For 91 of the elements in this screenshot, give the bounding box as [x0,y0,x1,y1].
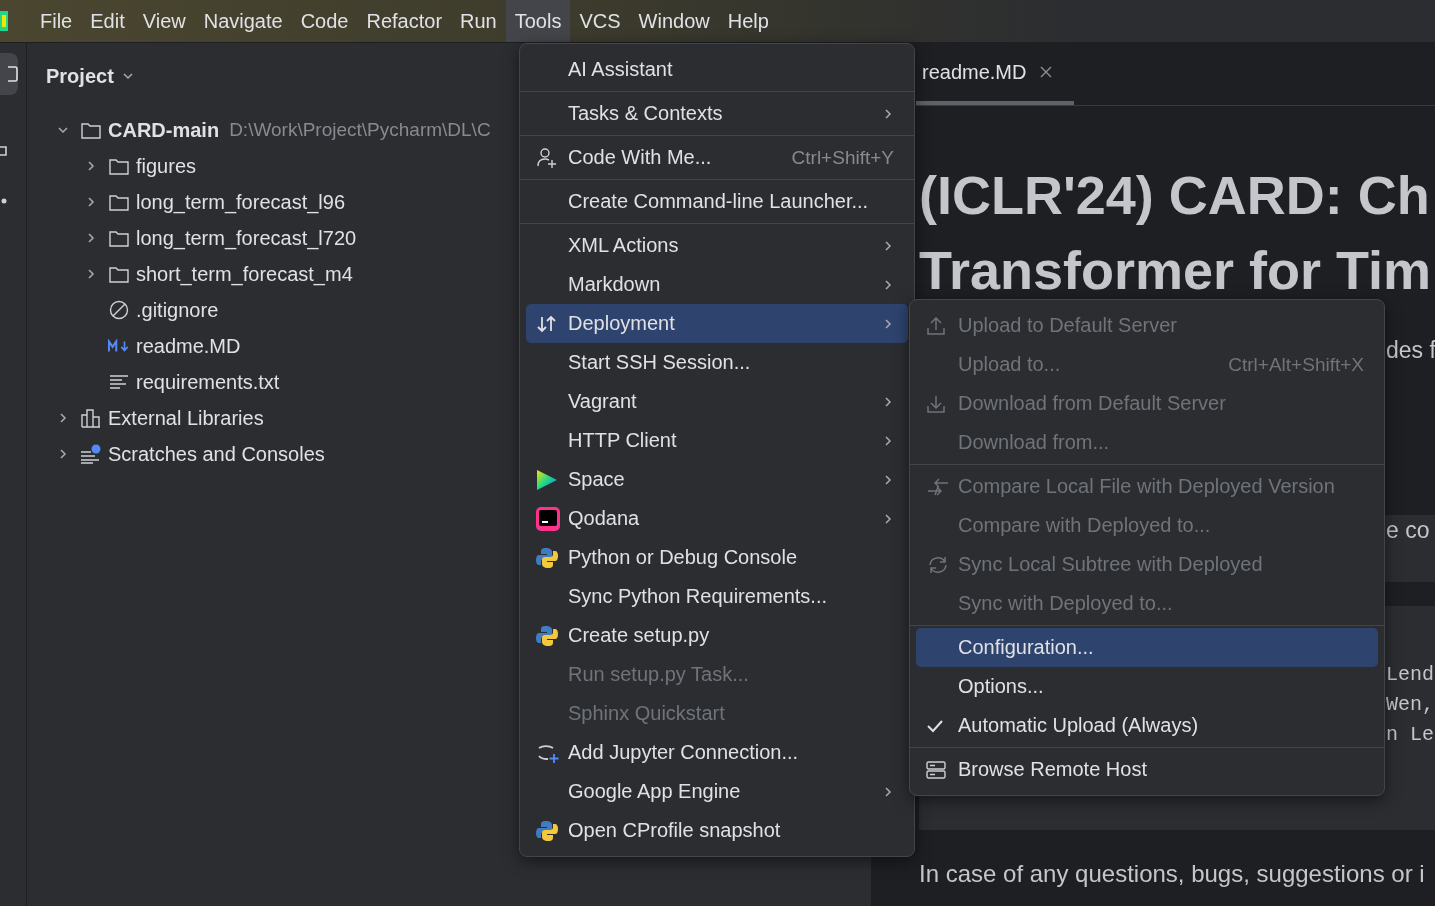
menu-item[interactable]: XML Actions [526,226,908,265]
upload-icon [926,315,946,336]
paragraph-text: In case of any questions, bugs, suggestions or i [919,860,1426,888]
menu-item[interactable]: Configuration... [916,628,1378,667]
menu-item[interactable]: Python or Debug Console [526,538,908,577]
text-file-icon [109,374,129,390]
menu-item[interactable]: Markdown [526,265,908,304]
menu-item[interactable]: Create setup.py [526,616,908,655]
menu-item[interactable]: Qodana [526,499,908,538]
dot-icon [0,197,8,205]
code-line: Wen, [1386,692,1434,718]
python-logo-icon [536,624,558,647]
menu-bar-item[interactable]: View [133,0,195,42]
tree-item-label: External Libraries [108,406,264,430]
project-view-selector[interactable]: Project [46,45,134,107]
up-down-arrows-icon [536,313,558,334]
tree-item-label: long_term_forecast_l96 [136,190,345,214]
markdown-icon [108,339,130,353]
chevron-icon [57,124,69,136]
menu-item[interactable]: Start SSH Session... [526,343,908,382]
menu-item[interactable]: Deployment [526,304,908,343]
chevron-icon [85,268,97,280]
menu-bar-item[interactable]: Code [291,0,358,42]
code-line: n Le [1386,722,1434,748]
library-icon [81,408,101,428]
menu-bar-item[interactable]: Help [718,0,778,42]
tree-item-label: figures [136,154,197,178]
folder-icon [109,193,129,211]
menu-item[interactable]: AI Assistant [526,50,908,89]
space-logo-icon [536,468,558,491]
panel-icon [8,64,18,84]
menu-item[interactable]: Options... [916,667,1378,706]
menu-item[interactable]: Automatic Upload (Always) [916,706,1378,745]
menu-item[interactable]: Space [526,460,908,499]
close-icon [1040,66,1053,78]
dropdown-caret-icon [121,70,134,82]
project-path: D:\Work\Project\Pycharm\DL\C [229,119,491,141]
folder-icon [81,121,101,139]
qodana-logo-icon [536,506,560,531]
menu-bar-item[interactable]: Run [451,0,506,42]
menu-bar-item[interactable]: VCS [570,0,630,42]
tree-item-label: CARD-main [108,118,220,142]
menu-item[interactable]: Google App Engine [526,772,908,811]
person-add-icon [536,146,558,169]
menu-bar-item[interactable]: Window [629,0,719,42]
shortcut-text: Ctrl+Alt+Shift+X [1228,353,1364,376]
menu-bar-item[interactable]: Tools [505,0,571,42]
tool-window-icon [0,145,8,157]
folder-icon [109,157,129,175]
sync-icon [926,554,950,575]
menu-item[interactable]: Vagrant [526,382,908,421]
menu-bar-item[interactable]: Refactor [357,0,452,42]
tree-item-label: readme.MD [136,334,241,358]
folder-icon [109,229,129,247]
tree-item-label: long_term_forecast_l720 [136,226,357,250]
tree-item-label: requirements.txt [136,370,280,394]
chevron-icon [57,448,69,460]
chevron-icon [57,412,69,424]
chevron-icon [85,196,97,208]
code-line: Lend [1386,662,1434,688]
prohibited-icon [109,300,129,320]
python-logo-icon [536,819,558,842]
project-tool-button[interactable] [0,53,18,95]
scratches-icon [80,444,102,464]
tree-item-label: short_term_forecast_m4 [136,262,353,286]
menu-item[interactable]: Create Command-line Launcher... [526,182,908,221]
document-heading: Transformer for Tim [919,239,1433,302]
shortcut-text: Ctrl+Shift+Y [791,146,894,169]
download-icon [926,393,946,414]
server-icon [926,759,946,780]
chevron-icon [85,232,97,244]
menu-item[interactable]: Browse Remote Host [916,750,1378,789]
menu-bar-item[interactable]: Navigate [194,0,292,42]
compare-arrows-icon [926,476,950,497]
menu-item[interactable]: Code With Me... Ctrl+Shift+Y [526,138,908,177]
tree-item-label: Scratches and Consoles [108,442,325,466]
menu-item[interactable]: Sync Python Requirements... [526,577,908,616]
folder-icon [109,265,129,283]
chevron-icon [85,160,97,172]
quote-text: e co [1386,516,1430,545]
menu-bar-item[interactable]: File [31,0,82,42]
python-logo-icon [536,546,558,569]
menu-item[interactable]: Add Jupyter Connection... [526,733,908,772]
menu-item[interactable]: Tasks & Contexts [526,94,908,133]
paragraph-text: des f [1386,336,1435,365]
menu-bar-item[interactable]: Edit [81,0,134,42]
tree-item-label: .gitignore [136,298,219,322]
document-heading: (ICLR'24) CARD: Ch [919,164,1431,227]
app-logo-icon [0,9,8,33]
menu-item[interactable]: Open CProfile snapshot [526,811,908,850]
menu-item[interactable]: HTTP Client [526,421,908,460]
